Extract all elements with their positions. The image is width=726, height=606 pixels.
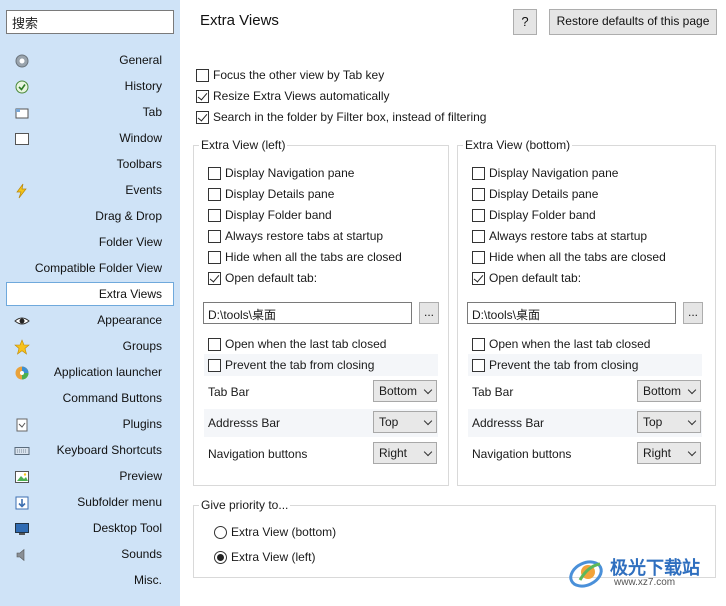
sidebar-item-label: Keyboard Shortcuts bbox=[56, 443, 162, 457]
sidebar-item-label: Application launcher bbox=[53, 365, 162, 379]
sidebar: 搜索 General History Tab Window Toolbars E… bbox=[0, 0, 180, 606]
bottom-browse-button[interactable]: ... bbox=[683, 302, 703, 324]
extra-view-left-title: Extra View (left) bbox=[199, 138, 288, 152]
sidebar-item-label: Command Buttons bbox=[62, 391, 162, 405]
sidebar-item-label: Subfolder menu bbox=[77, 495, 162, 509]
sidebar-item-subfolder-menu[interactable]: Subfolder menu bbox=[6, 490, 174, 514]
bottom-tab-bar-select[interactable]: Bottom bbox=[637, 380, 701, 402]
watermark-logo: 极光下载站 www.xz7.com bbox=[566, 552, 722, 592]
restore-defaults-button[interactable]: Restore defaults of this page bbox=[549, 9, 717, 35]
left-browse-button[interactable]: ... bbox=[419, 302, 439, 324]
sidebar-item-sounds[interactable]: Sounds bbox=[6, 542, 174, 566]
desktop-icon bbox=[15, 523, 29, 535]
sidebar-item-label: Plugins bbox=[122, 417, 162, 431]
extra-view-bottom-title: Extra View (bottom) bbox=[463, 138, 573, 152]
bottom-default-tab-path-input[interactable]: D:\tools\桌面 bbox=[467, 302, 676, 324]
left-default-tab-path-input[interactable]: D:\tools\桌面 bbox=[203, 302, 412, 324]
sidebar-item-label: Window bbox=[119, 131, 162, 145]
eye-icon bbox=[14, 317, 30, 325]
left-tab-bar-label: Tab Bar bbox=[208, 385, 250, 399]
tab-icon bbox=[15, 108, 29, 119]
bottom-tab-bar-label: Tab Bar bbox=[472, 385, 514, 399]
sidebar-item-keyboard-shortcuts[interactable]: Keyboard Shortcuts bbox=[6, 438, 174, 462]
sidebar-item-label: Tab bbox=[142, 105, 162, 119]
sidebar-item-extra-views[interactable]: Extra Views bbox=[6, 282, 174, 306]
watermark-url: www.xz7.com bbox=[614, 577, 676, 588]
speaker-icon bbox=[16, 548, 25, 562]
star-icon bbox=[14, 339, 30, 355]
sidebar-item-label: Preview bbox=[119, 469, 162, 483]
window-icon bbox=[15, 133, 29, 145]
left-address-bar-select[interactable]: Top bbox=[373, 411, 437, 433]
chevron-down-icon bbox=[687, 385, 697, 395]
help-button[interactable]: ? bbox=[513, 9, 537, 35]
sidebar-item-command-buttons[interactable]: Command Buttons bbox=[6, 386, 174, 410]
chevron-down-icon bbox=[423, 416, 433, 426]
sidebar-item-history[interactable]: History bbox=[6, 74, 174, 98]
sidebar-item-label: Folder View bbox=[98, 235, 162, 249]
sidebar-item-label: Misc. bbox=[134, 573, 162, 587]
sidebar-item-desktop-tool[interactable]: Desktop Tool bbox=[6, 516, 174, 540]
left-navigation-buttons-label: Navigation buttons bbox=[208, 447, 308, 461]
sidebar-item-label: Drag & Drop bbox=[95, 209, 162, 223]
sidebar-item-label: Desktop Tool bbox=[92, 521, 162, 535]
preview-icon bbox=[15, 471, 29, 483]
sidebar-item-preview[interactable]: Preview bbox=[6, 464, 174, 488]
launcher-icon bbox=[15, 366, 29, 380]
sidebar-item-label: Events bbox=[125, 183, 162, 197]
sidebar-item-general[interactable]: General bbox=[6, 48, 174, 72]
sidebar-item-label: Extra Views bbox=[98, 287, 162, 301]
subfolder-icon bbox=[15, 496, 29, 510]
sidebar-item-compatible-folder-view[interactable]: Compatible Folder View bbox=[6, 256, 174, 280]
sidebar-item-label: Appearance bbox=[97, 313, 162, 327]
chevron-down-icon bbox=[423, 385, 433, 395]
chevron-down-icon bbox=[687, 416, 697, 426]
sidebar-item-groups[interactable]: Groups bbox=[6, 334, 174, 358]
sidebar-item-plugins[interactable]: Plugins bbox=[6, 412, 174, 436]
sidebar-item-label: Groups bbox=[122, 339, 162, 353]
sidebar-item-label: General bbox=[119, 53, 162, 67]
chevron-down-icon bbox=[687, 447, 697, 457]
priority-title: Give priority to... bbox=[199, 498, 291, 512]
bottom-navigation-buttons-select[interactable]: Right bbox=[637, 442, 701, 464]
sidebar-item-application-launcher[interactable]: Application launcher bbox=[6, 360, 174, 384]
history-icon bbox=[15, 80, 29, 94]
bottom-address-bar-label: Addresss Bar bbox=[472, 416, 545, 430]
sidebar-item-toolbars[interactable]: Toolbars bbox=[6, 152, 174, 176]
sidebar-item-appearance[interactable]: Appearance bbox=[6, 308, 174, 332]
left-address-bar-label: Addresss Bar bbox=[208, 416, 281, 430]
left-navigation-buttons-select[interactable]: Right bbox=[373, 442, 437, 464]
sidebar-item-events[interactable]: Events bbox=[6, 178, 174, 202]
sidebar-item-folder-view[interactable]: Folder View bbox=[6, 230, 174, 254]
sidebar-item-label: Compatible Folder View bbox=[34, 261, 162, 275]
sidebar-item-label: Toolbars bbox=[116, 157, 162, 171]
gear-icon bbox=[15, 54, 29, 68]
sidebar-item-label: History bbox=[124, 79, 162, 93]
sidebar-item-tab[interactable]: Tab bbox=[6, 100, 174, 124]
sidebar-item-misc[interactable]: Misc. bbox=[6, 568, 174, 592]
page-title: Extra Views bbox=[200, 12, 279, 29]
keyboard-icon bbox=[14, 447, 30, 455]
left-tab-bar-select[interactable]: Bottom bbox=[373, 380, 437, 402]
search-input[interactable]: 搜索 bbox=[6, 10, 174, 34]
plugin-icon bbox=[16, 418, 28, 432]
sidebar-item-window[interactable]: Window bbox=[6, 126, 174, 150]
bottom-navigation-buttons-label: Navigation buttons bbox=[472, 447, 572, 461]
bottom-address-bar-select[interactable]: Top bbox=[637, 411, 701, 433]
sidebar-item-drag-drop[interactable]: Drag & Drop bbox=[6, 204, 174, 228]
lightning-icon bbox=[16, 183, 27, 199]
chevron-down-icon bbox=[423, 447, 433, 457]
sidebar-item-label: Sounds bbox=[121, 547, 162, 561]
